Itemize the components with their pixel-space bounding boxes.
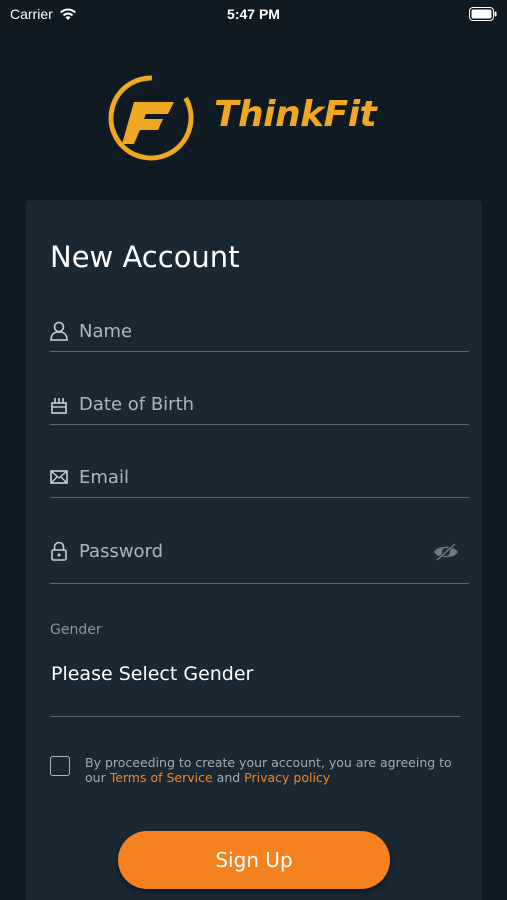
dob-placeholder: Date of Birth <box>79 394 195 415</box>
dob-field[interactable]: Date of Birth <box>50 385 469 425</box>
terms-text: By proceeding to create your account, yo… <box>85 755 455 785</box>
brand-logo: ThinkFit <box>106 72 406 164</box>
password-field[interactable]: Password <box>50 532 469 584</box>
envelope-icon <box>50 470 68 484</box>
terms-consent: By proceeding to create your account, yo… <box>50 754 460 794</box>
privacy-policy-link[interactable]: Privacy policy <box>244 770 330 785</box>
terms-conjunction: and <box>212 770 245 785</box>
email-field[interactable]: Email <box>50 458 469 498</box>
gender-value: Please Select Gender <box>51 663 254 685</box>
user-icon <box>50 321 68 341</box>
name-field[interactable]: Name <box>50 312 469 352</box>
signup-card: New Account Name Date of Birth Email Pas… <box>26 200 482 900</box>
terms-checkbox[interactable] <box>50 756 70 776</box>
brand-name: ThinkFit <box>214 94 377 135</box>
terms-of-service-link[interactable]: Terms of Service <box>110 770 213 785</box>
thinkfit-logo-mark <box>108 75 194 161</box>
email-placeholder: Email <box>79 467 129 488</box>
status-bar: Carrier 5:47 PM <box>0 0 507 30</box>
eye-slash-icon[interactable] <box>433 542 459 562</box>
sign-up-button[interactable]: Sign Up <box>118 831 390 889</box>
name-placeholder: Name <box>79 321 133 342</box>
clock: 5:47 PM <box>227 6 280 22</box>
page-title: New Account <box>50 240 240 274</box>
cake-icon <box>51 398 67 414</box>
gender-select[interactable]: Please Select Gender <box>50 655 460 717</box>
password-placeholder: Password <box>79 541 164 562</box>
lock-icon <box>51 541 67 561</box>
gender-label: Gender <box>50 622 102 638</box>
battery-icon <box>469 7 497 24</box>
